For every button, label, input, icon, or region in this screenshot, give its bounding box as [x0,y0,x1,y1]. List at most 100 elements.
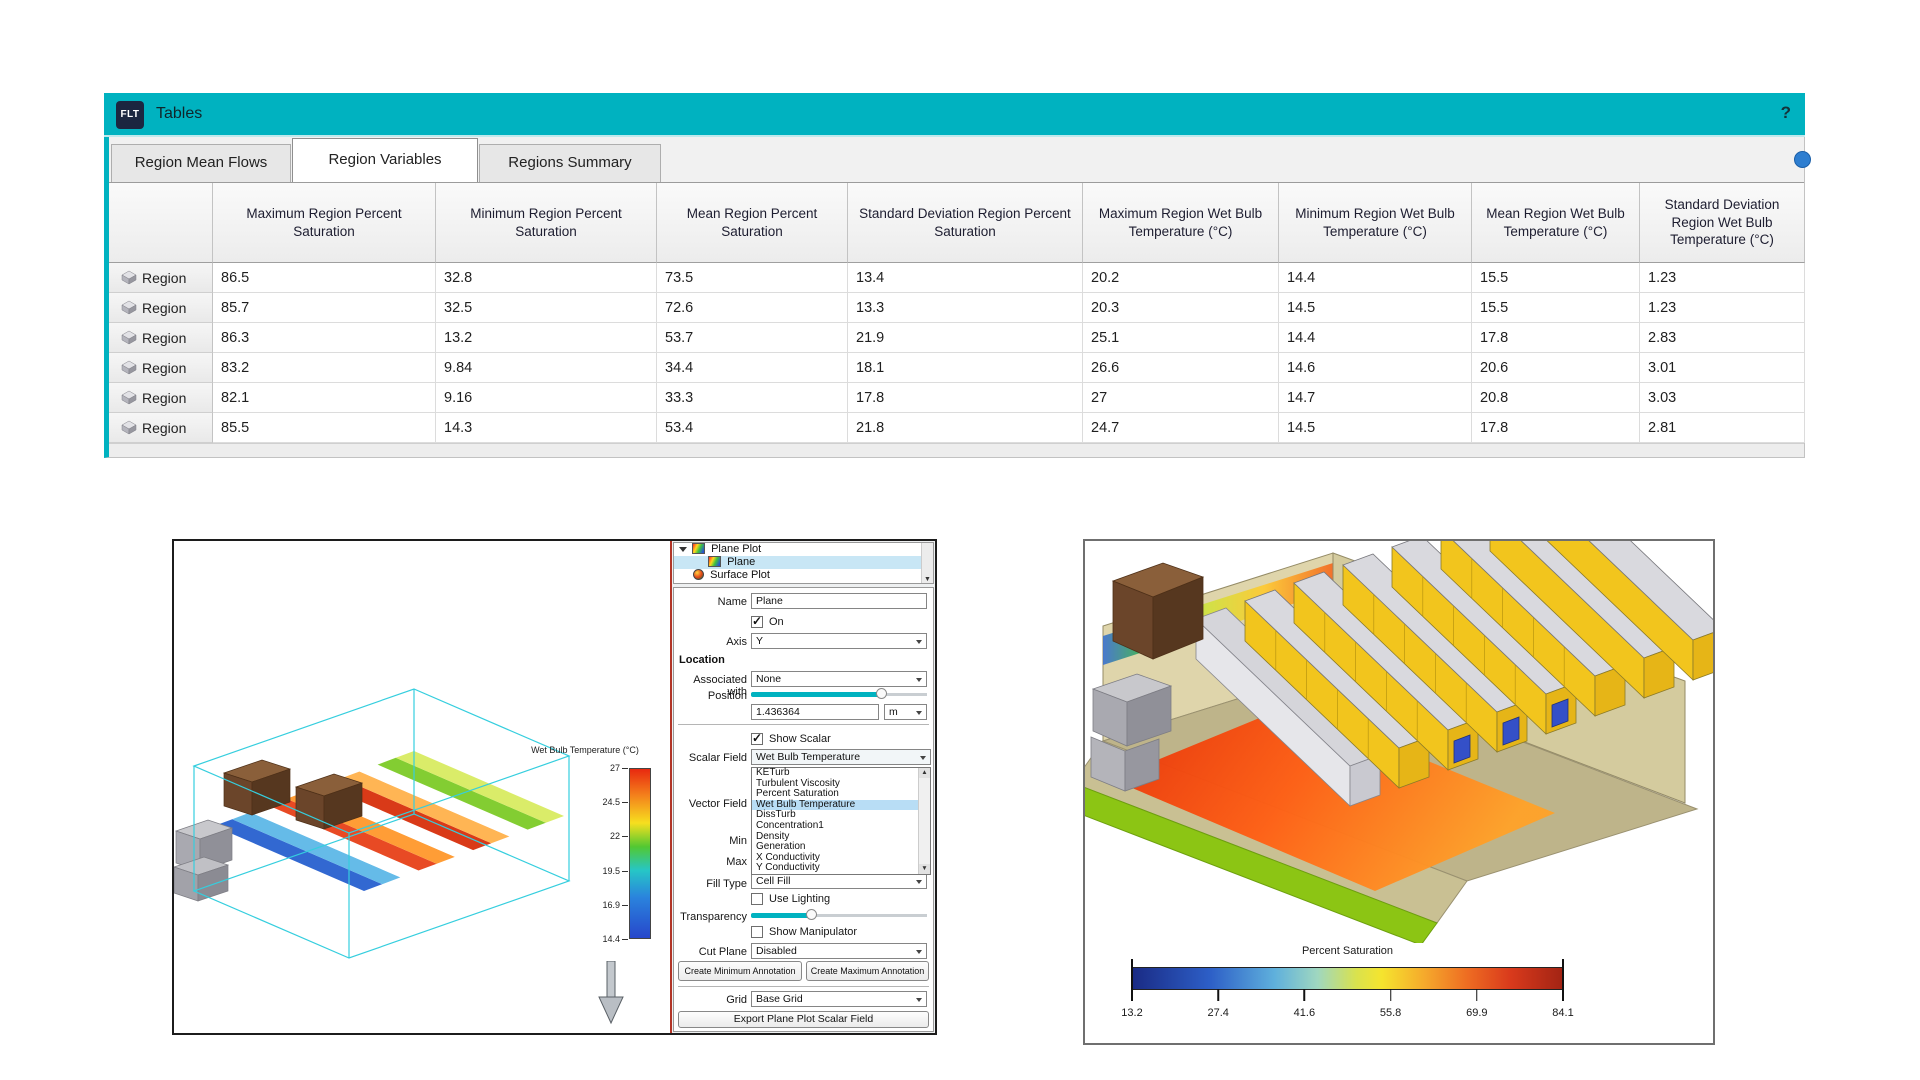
table-cell[interactable]: 32.5 [436,293,657,323]
table-cell[interactable]: 14.6 [1279,353,1472,383]
fill-type-select[interactable]: Cell Fill [751,873,927,889]
transparency-slider[interactable] [751,909,927,921]
tree-item-plane-plot[interactable]: Plane Plot [674,543,933,556]
table-cell[interactable]: 17.8 [848,383,1083,413]
show-scalar-checkbox[interactable] [751,733,763,745]
table-cell[interactable]: 1.23 [1640,293,1805,323]
table-cell[interactable]: 86.5 [213,263,436,293]
table-cell[interactable]: 85.5 [213,413,436,443]
info-icon[interactable] [1794,151,1811,168]
table-cell[interactable]: 14.5 [1279,413,1472,443]
expander-icon[interactable] [679,547,687,552]
name-input[interactable] [751,593,927,609]
table-cell[interactable]: 3.03 [1640,383,1805,413]
cut-plane-label: Cut Plane [674,946,747,958]
dropdown-option[interactable]: Y Conductivity [752,863,930,874]
table-cell[interactable]: 14.7 [1279,383,1472,413]
dropdown-option[interactable]: KETurb [752,768,930,779]
table-cell[interactable]: 17.8 [1472,323,1640,353]
column-header[interactable]: Mean Region Percent Saturation [657,183,848,263]
table-cell[interactable]: 20.3 [1083,293,1279,323]
table-cell[interactable]: 83.2 [213,353,436,383]
table-cell[interactable]: 15.5 [1472,293,1640,323]
window-titlebar[interactable]: FLT Tables ? [104,93,1805,137]
table-cell[interactable]: 33.3 [657,383,848,413]
column-header[interactable]: Minimum Region Wet Bulb Temperature (°C) [1279,183,1472,263]
export-plane-plot-scalar-field-button[interactable]: Export Plane Plot Scalar Field [678,1011,929,1028]
column-header[interactable]: Minimum Region Percent Saturation [436,183,657,263]
region-row-header[interactable]: Region [109,353,213,383]
table-cell[interactable]: 13.4 [848,263,1083,293]
table-cell[interactable]: 24.7 [1083,413,1279,443]
table-cell[interactable]: 2.83 [1640,323,1805,353]
table-cell[interactable]: 17.8 [1472,413,1640,443]
table-cell[interactable]: 72.6 [657,293,848,323]
table-cell[interactable]: 1.23 [1640,263,1805,293]
table-cell[interactable]: 9.84 [436,353,657,383]
table-cell[interactable]: 27 [1083,383,1279,413]
table-cell[interactable]: 13.3 [848,293,1083,323]
table-cell[interactable]: 85.7 [213,293,436,323]
dropdown-scrollbar[interactable]: ▲▼ [918,768,930,874]
table-cell[interactable]: 14.4 [1279,263,1472,293]
axis-select[interactable]: Y [751,633,927,649]
position-unit-select[interactable]: m [884,704,927,720]
column-header[interactable]: Maximum Region Percent Saturation [213,183,436,263]
table-cell[interactable]: 86.3 [213,323,436,353]
table-cell[interactable]: 3.01 [1640,353,1805,383]
table-cell[interactable]: 53.4 [657,413,848,443]
scalar-field-select[interactable]: Wet Bulb Temperature [751,749,931,765]
associated-with-select[interactable]: None [751,671,927,687]
table-cell[interactable]: 18.1 [848,353,1083,383]
position-value-input[interactable] [751,704,879,720]
tree-item-plane[interactable]: Plane [674,556,933,569]
show-manipulator-checkbox[interactable] [751,926,763,938]
table-cell[interactable]: 15.5 [1472,263,1640,293]
column-header[interactable]: Standard Deviation Region Percent Satura… [848,183,1083,263]
column-header[interactable]: Standard Deviation Region Wet Bulb Tempe… [1640,183,1805,263]
column-header[interactable]: Mean Region Wet Bulb Temperature (°C) [1472,183,1640,263]
table-cell[interactable]: 13.2 [436,323,657,353]
plane-plot-3d-view[interactable]: Wet Bulb Temperature (°C) 27 24.5 22 19.… [174,541,670,1033]
region-row-header[interactable]: Region [109,413,213,443]
plane-plot-icon [692,543,705,554]
tab-region-mean-flows[interactable]: Region Mean Flows [111,144,291,182]
grid-select[interactable]: Base Grid [751,991,927,1007]
on-checkbox[interactable] [751,616,763,628]
region-row-header[interactable]: Region [109,263,213,293]
table-cell[interactable]: 20.6 [1472,353,1640,383]
saturation-3d-view[interactable] [1085,541,1713,943]
table-cell[interactable]: 73.5 [657,263,848,293]
table-cell[interactable]: 34.4 [657,353,848,383]
table-cell[interactable]: 20.2 [1083,263,1279,293]
table-cell[interactable]: 25.1 [1083,323,1279,353]
table-cell[interactable]: 14.3 [436,413,657,443]
position-slider[interactable] [751,688,927,700]
dropdown-option[interactable]: Concentration1 [752,821,930,832]
table-cell[interactable]: 21.9 [848,323,1083,353]
help-icon[interactable]: ? [1781,103,1791,123]
region-row-header[interactable]: Region [109,323,213,353]
table-cell[interactable]: 53.7 [657,323,848,353]
table-cell[interactable]: 21.8 [848,413,1083,443]
column-header[interactable]: Maximum Region Wet Bulb Temperature (°C) [1083,183,1279,263]
horizontal-scrollbar[interactable] [109,443,1804,457]
create-maximum-annotation-button[interactable]: Create Maximum Annotation [806,961,929,981]
tab-region-variables[interactable]: Region Variables [292,138,478,182]
table-cell[interactable]: 14.5 [1279,293,1472,323]
table-cell[interactable]: 2.81 [1640,413,1805,443]
tree-scrollbar[interactable]: ▼ [921,543,933,583]
region-row-header[interactable]: Region [109,383,213,413]
region-row-header[interactable]: Region [109,293,213,323]
cut-plane-select[interactable]: Disabled [751,943,927,959]
create-minimum-annotation-button[interactable]: Create Minimum Annotation [678,961,802,981]
table-cell[interactable]: 9.16 [436,383,657,413]
table-cell[interactable]: 82.1 [213,383,436,413]
use-lighting-checkbox[interactable] [751,893,763,905]
table-cell[interactable]: 20.8 [1472,383,1640,413]
table-cell[interactable]: 26.6 [1083,353,1279,383]
table-cell[interactable]: 14.4 [1279,323,1472,353]
tree-item-surface-plot[interactable]: Surface Plot [674,569,933,582]
table-cell[interactable]: 32.8 [436,263,657,293]
tab-regions-summary[interactable]: Regions Summary [479,144,661,182]
